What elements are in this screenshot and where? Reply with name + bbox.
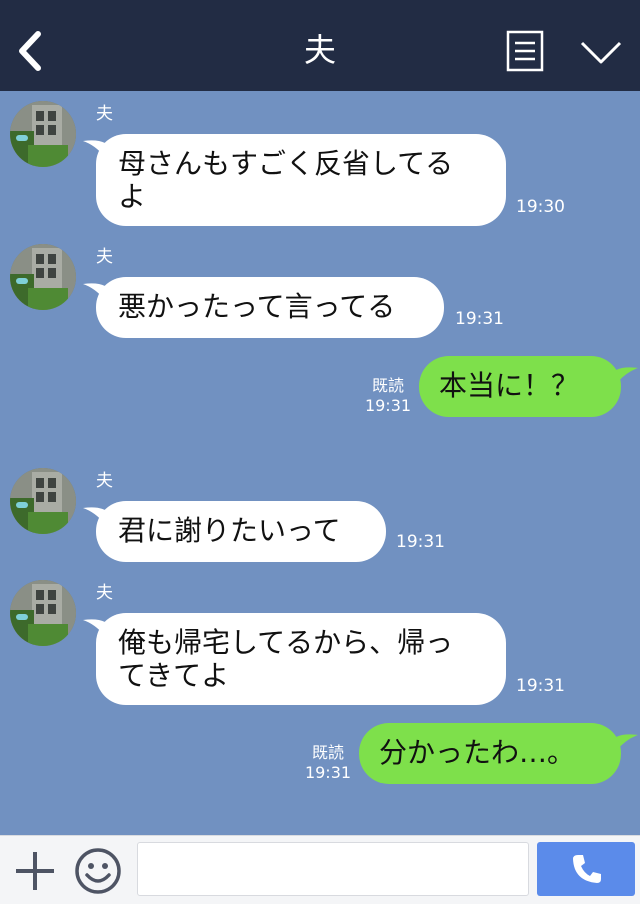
avatar[interactable] xyxy=(10,101,76,167)
read-label: 既読 xyxy=(311,743,344,762)
chevron-down-icon[interactable] xyxy=(579,38,623,66)
notes-icon[interactable] xyxy=(506,30,544,72)
message-text-line: 悪かったって言ってる xyxy=(118,290,396,323)
avatar[interactable] xyxy=(10,468,76,534)
read-status: 既読 19:31 xyxy=(362,376,414,416)
chat-header: 夫 xyxy=(0,0,640,91)
sender-name: 夫 xyxy=(96,471,113,491)
message-text-line: 俺も帰宅してるから、帰っ xyxy=(118,626,454,659)
message-time: 19:31 xyxy=(455,309,504,329)
message-bubble[interactable]: 君に謝りたいって xyxy=(96,501,386,562)
message-text-line: てきてよ xyxy=(118,659,230,692)
message-input[interactable] xyxy=(137,842,529,896)
smile-icon[interactable] xyxy=(74,847,122,895)
message-bubble[interactable]: 悪かったって言ってる xyxy=(96,277,444,338)
message-time: 19:30 xyxy=(516,197,565,217)
plus-icon[interactable] xyxy=(14,850,56,892)
read-label: 既読 xyxy=(371,376,404,395)
sender-name: 夫 xyxy=(96,104,113,124)
message-text-line: 母さんもすごく反省してる xyxy=(118,147,454,180)
read-status: 既読 19:31 xyxy=(302,743,354,783)
sender-name: 夫 xyxy=(96,583,113,603)
message-time: 19:31 xyxy=(516,676,565,696)
message-bubble[interactable]: 俺も帰宅してるから、帰っ てきてよ xyxy=(96,613,506,705)
message-text-line: よ xyxy=(118,180,147,213)
message-text-line: 本当に！？ xyxy=(439,369,580,402)
message-text-line: 君に謝りたいって xyxy=(118,514,341,547)
message-bubble[interactable]: 分かったわ…。 xyxy=(359,723,621,784)
message-time: 19:31 xyxy=(364,396,412,415)
message-text-line: 分かったわ…。 xyxy=(379,736,576,769)
avatar[interactable] xyxy=(10,580,76,646)
message-time: 19:31 xyxy=(304,763,352,782)
message-bubble[interactable]: 本当に！？ xyxy=(419,356,621,417)
sender-name: 夫 xyxy=(96,247,113,267)
message-bubble[interactable]: 母さんもすごく反省してる よ xyxy=(96,134,506,226)
phone-icon xyxy=(573,855,601,883)
avatar[interactable] xyxy=(10,244,76,310)
chat-title: 夫 xyxy=(303,31,336,69)
call-button[interactable] xyxy=(537,842,635,896)
input-bar xyxy=(0,835,640,904)
message-time: 19:31 xyxy=(396,532,445,552)
message-list[interactable]: 夫 母さんもすごく反省してる よ 19:30 夫 悪かったって言ってる 19:3… xyxy=(0,91,640,835)
